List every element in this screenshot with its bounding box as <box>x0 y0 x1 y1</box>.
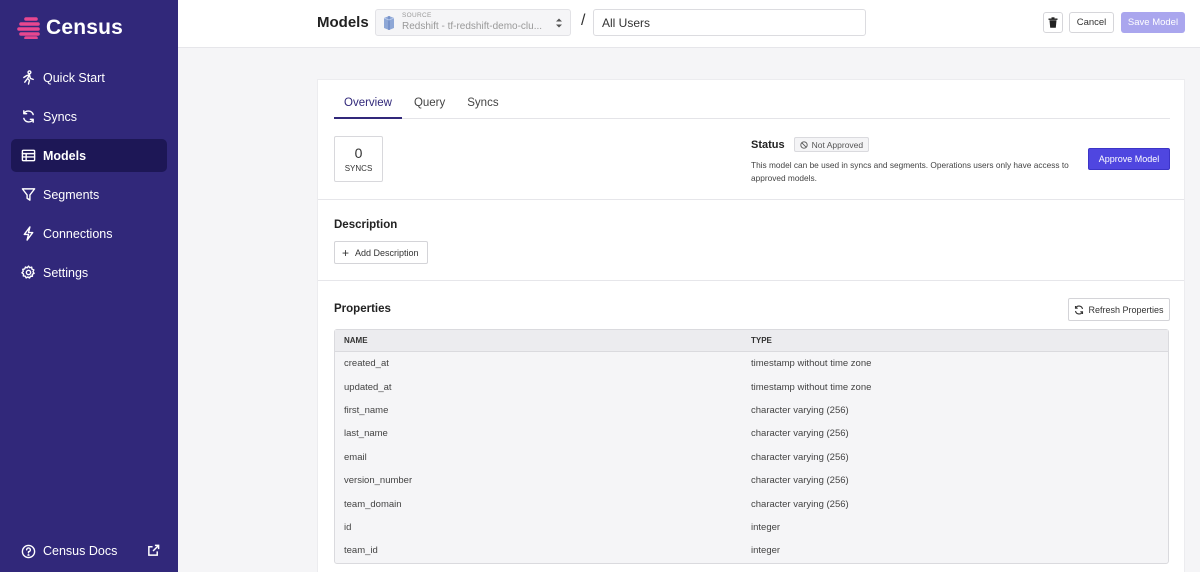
property-name: updated_at <box>344 381 392 393</box>
gear-icon <box>20 265 36 281</box>
status-badge: Not Approved <box>793 137 870 152</box>
plus-icon: + <box>342 245 350 260</box>
status-header: Status Not Approved <box>751 137 870 152</box>
status-description: This model can be used in syncs and segm… <box>751 160 1069 183</box>
top-bar: Models SOURCE Redshift - tf-redshift-dem… <box>178 0 1200 48</box>
census-docs-link[interactable]: Census Docs <box>20 543 160 559</box>
table-row: team_domain character varying (256) <box>335 492 1168 515</box>
source-label: SOURCE <box>402 12 432 20</box>
property-name: id <box>344 521 352 533</box>
properties-table: NAME TYPE created_at timestamp without t… <box>334 329 1169 564</box>
status-label: Status <box>751 138 785 151</box>
delete-model-button[interactable] <box>1043 12 1063 33</box>
table-icon <box>20 148 36 164</box>
chevron-updown-icon <box>556 18 562 28</box>
table-row: updated_at timestamp without time zone <box>335 375 1168 398</box>
tab-overview[interactable]: Overview <box>334 93 402 119</box>
property-name: first_name <box>344 404 389 416</box>
sidebar-item-settings[interactable]: Settings <box>11 256 167 289</box>
property-name: team_id <box>344 545 378 557</box>
brand-name: Census <box>46 16 124 39</box>
sidebar-nav: Quick Start Syncs Models Segments Connec… <box>11 61 167 295</box>
table-row: id integer <box>335 516 1168 539</box>
table-row: version_number character varying (256) <box>335 469 1168 492</box>
sync-icon <box>20 109 36 125</box>
property-type: timestamp without time zone <box>751 358 872 370</box>
approve-model-button[interactable]: Approve Model <box>1088 148 1170 170</box>
breadcrumb-separator: / <box>581 12 586 29</box>
external-link-icon <box>147 544 160 560</box>
sidebar-item-syncs[interactable]: Syncs <box>11 100 167 133</box>
property-type: timestamp without time zone <box>751 381 872 393</box>
trash-icon <box>1048 17 1058 28</box>
runner-icon <box>20 70 36 86</box>
tab-syncs[interactable]: Syncs <box>457 93 508 119</box>
sidebar: Census Quick Start Syncs Models Segments <box>0 0 178 572</box>
table-row: created_at timestamp without time zone <box>335 352 1168 375</box>
property-type: character varying (256) <box>751 404 849 416</box>
census-logo-icon <box>17 17 40 39</box>
cancel-button[interactable]: Cancel <box>1069 12 1114 33</box>
status-badge-text: Not Approved <box>811 139 864 150</box>
property-type: character varying (256) <box>751 451 849 463</box>
property-type: character varying (256) <box>751 475 849 487</box>
census-docs-label: Census Docs <box>43 544 118 558</box>
sidebar-item-label: Quick Start <box>43 70 105 85</box>
section-divider <box>318 280 1184 281</box>
property-type: character varying (256) <box>751 428 849 440</box>
property-name: last_name <box>344 428 388 440</box>
property-type: integer <box>751 545 781 557</box>
column-header-name: NAME <box>344 336 368 345</box>
brand-logo[interactable]: Census <box>16 16 123 40</box>
table-header: NAME TYPE <box>335 330 1168 352</box>
sidebar-item-connections[interactable]: Connections <box>11 217 167 250</box>
description-title: Description <box>334 219 398 231</box>
syncs-label: SYNCS <box>344 164 373 173</box>
refresh-properties-button[interactable]: Refresh Properties <box>1068 298 1170 321</box>
property-type: character varying (256) <box>751 498 849 510</box>
sidebar-item-label: Models <box>43 148 87 163</box>
model-tabs: Overview Query Syncs <box>334 93 1170 119</box>
table-row: email character varying (256) <box>335 446 1168 469</box>
syncs-count: 0 <box>354 145 363 161</box>
redshift-icon <box>383 15 395 30</box>
tab-query[interactable]: Query <box>404 93 455 119</box>
property-name: team_domain <box>344 498 402 510</box>
sidebar-item-label: Settings <box>43 265 89 280</box>
help-circle-icon <box>20 543 36 559</box>
sidebar-item-segments[interactable]: Segments <box>11 178 167 211</box>
bolt-icon <box>20 226 36 242</box>
not-allowed-icon <box>799 140 808 149</box>
table-row: last_name character varying (256) <box>335 422 1168 445</box>
refresh-icon <box>1075 305 1084 314</box>
sidebar-item-quick-start[interactable]: Quick Start <box>11 61 167 94</box>
refresh-properties-label: Refresh Properties <box>1088 304 1164 315</box>
column-header-type: TYPE <box>751 336 772 345</box>
table-row: team_id integer <box>335 539 1168 562</box>
table-row: first_name character varying (256) <box>335 399 1168 422</box>
sidebar-item-models[interactable]: Models <box>11 139 167 172</box>
syncs-counter[interactable]: 0 SYNCS <box>334 136 383 182</box>
section-divider <box>318 199 1184 200</box>
source-select[interactable]: SOURCE Redshift - tf-redshift-demo-clu..… <box>375 9 571 36</box>
add-description-label: Add Description <box>355 247 419 258</box>
property-name: created_at <box>344 358 389 370</box>
properties-title: Properties <box>334 303 391 315</box>
model-card: Overview Query Syncs 0 SYNCS Status Not … <box>317 79 1185 572</box>
save-model-button[interactable]: Save Model <box>1121 12 1185 33</box>
property-name: version_number <box>344 475 413 487</box>
sidebar-item-label: Segments <box>43 187 100 202</box>
source-value: Redshift - tf-redshift-demo-clu... <box>402 20 543 32</box>
add-description-button[interactable]: + Add Description <box>334 241 428 264</box>
sidebar-item-label: Connections <box>43 226 113 241</box>
sidebar-item-label: Syncs <box>43 109 78 124</box>
property-type: integer <box>751 521 781 533</box>
filter-icon <box>20 187 36 203</box>
property-name: email <box>344 451 367 463</box>
page-title: Models <box>317 14 369 31</box>
model-name-input[interactable] <box>593 9 866 36</box>
